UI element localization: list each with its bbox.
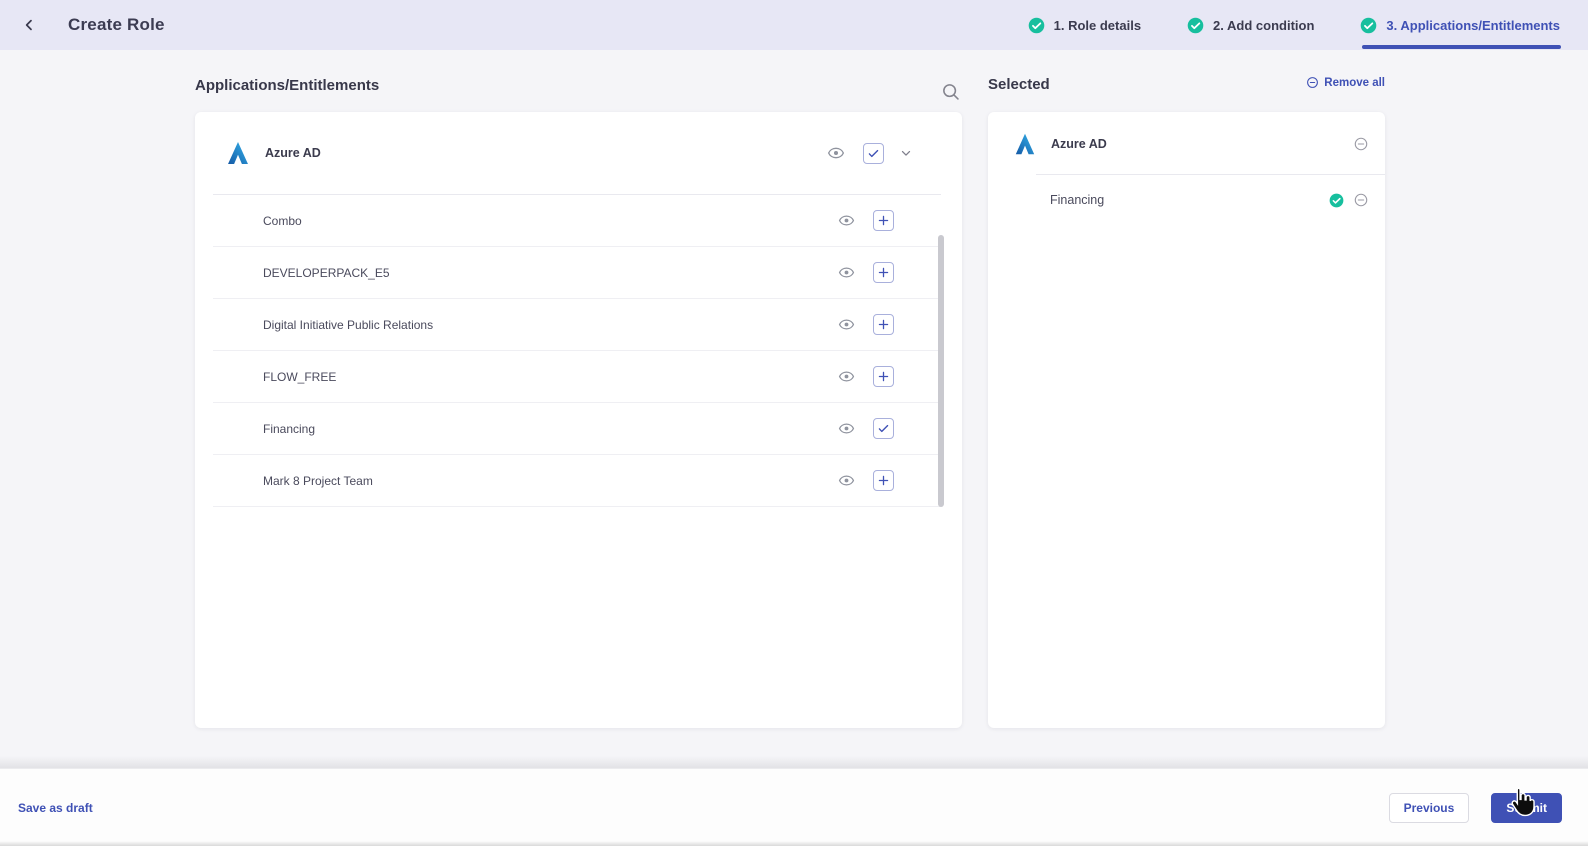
wizard-steps: 1. Role details 2. Add condition 3. Appl… [1028,0,1560,50]
step-complete-icon [1187,17,1204,33]
remove-all-button[interactable]: Remove all [1306,76,1385,89]
application-group-row: Azure AD [195,112,962,194]
plus-icon [878,215,889,226]
selected-entitlement-name: Financing [1050,193,1105,207]
applications-panel-title: Applications/Entitlements [195,77,380,94]
topbar: Create Role 1. Role details 2. Add condi… [0,0,1588,50]
remove-entitlement-button[interactable] [1353,192,1369,208]
save-as-draft-link[interactable]: Save as draft [18,801,93,815]
eye-icon [838,423,854,434]
view-entitlement-button[interactable] [835,470,857,492]
add-entitlement-button[interactable] [873,470,894,491]
chevron-left-icon [25,19,32,31]
entitlement-name: Mark 8 Project Team [263,473,373,488]
eye-icon [838,371,854,382]
step-role-details[interactable]: 1. Role details [1028,17,1141,34]
step-complete-icon [1361,17,1377,33]
view-entitlement-button[interactable] [835,262,857,284]
selected-panel-title: Selected [988,76,1050,93]
check-icon [878,424,889,433]
add-entitlement-button[interactable] [873,366,894,387]
step-add-condition[interactable]: 2. Add condition [1187,17,1314,34]
collapse-application-button[interactable] [897,144,915,162]
step-label: 3. Applications/Entitlements [1386,17,1560,33]
footer-bar: Save as draft Previous Submit [0,768,1588,846]
add-entitlement-button[interactable] [873,314,894,335]
create-role-screen: Create Role 1. Role details 2. Add condi… [0,0,1588,846]
entitlement-name: Financing [263,421,316,436]
eye-icon [838,475,854,486]
entitlement-name: Digital Initiative Public Relations [263,317,434,332]
entitlement-row: FLOW_FREE [213,351,940,403]
page-title: Create Role [68,15,165,34]
remove-all-label: Remove all [1324,76,1385,89]
eye-icon [838,267,854,278]
step-complete-icon [1028,17,1044,33]
minus-circle-icon [1354,137,1368,151]
step-label: 2. Add condition [1213,17,1315,33]
plus-icon [878,267,889,278]
view-entitlement-button[interactable] [835,366,857,388]
plus-icon [878,319,889,330]
application-checkbox-checked[interactable] [863,142,884,164]
view-entitlement-button[interactable] [835,314,857,336]
chevron-down-icon [901,150,911,156]
minus-circle-icon [1354,193,1368,207]
view-entitlement-button[interactable] [835,210,857,232]
application-name: Azure AD [265,146,321,160]
entitlement-checkbox-checked[interactable] [873,418,894,439]
entitlement-name: FLOW_FREE [263,369,337,384]
step-applications-entitlements[interactable]: 3. Applications/Entitlements [1360,17,1560,34]
eye-icon [827,147,845,159]
view-entitlement-button[interactable] [835,418,857,440]
add-entitlement-button[interactable] [873,262,894,283]
selected-list-card: Azure AD Financing [988,112,1385,728]
entitlement-row: Financing [213,403,940,455]
entitlement-name: Combo [263,213,302,228]
entitlement-row: Mark 8 Project Team [213,455,940,507]
plus-icon [878,475,889,486]
entitlement-row: Combo [213,195,940,247]
azure-ad-logo-icon [228,141,248,165]
eye-icon [838,215,854,226]
step-label: 1. Role details [1053,17,1142,33]
search-button[interactable] [938,80,964,106]
eye-icon [838,319,854,330]
content-bottom-shadow [0,756,1588,768]
active-step-underline [1362,45,1561,49]
selected-application-row: Azure AD [988,112,1385,170]
plus-icon [878,371,889,382]
submit-button[interactable]: Submit [1491,792,1562,823]
entitlement-row: DEVELOPERPACK_E5 [213,247,940,299]
check-icon [868,149,879,157]
azure-ad-logo-icon [1015,133,1035,155]
back-button[interactable] [12,8,46,42]
list-scrollbar-thumb[interactable] [938,235,944,507]
previous-button[interactable]: Previous [1388,792,1470,823]
remove-application-button[interactable] [1353,136,1369,152]
entitlement-row: Digital Initiative Public Relations [213,299,940,351]
applications-list-card: Azure AD Combo DEVELOPERPACK_E5 Digital … [195,112,962,728]
search-icon [943,83,959,100]
selected-application-name: Azure AD [1051,137,1107,151]
minus-circle-icon [1307,77,1319,88]
add-entitlement-button[interactable] [873,210,894,231]
entitlement-name: DEVELOPERPACK_E5 [263,265,390,280]
selected-entitlement-row: Financing [988,175,1385,225]
confirmed-check-icon [1329,193,1344,208]
view-application-button[interactable] [825,142,847,164]
